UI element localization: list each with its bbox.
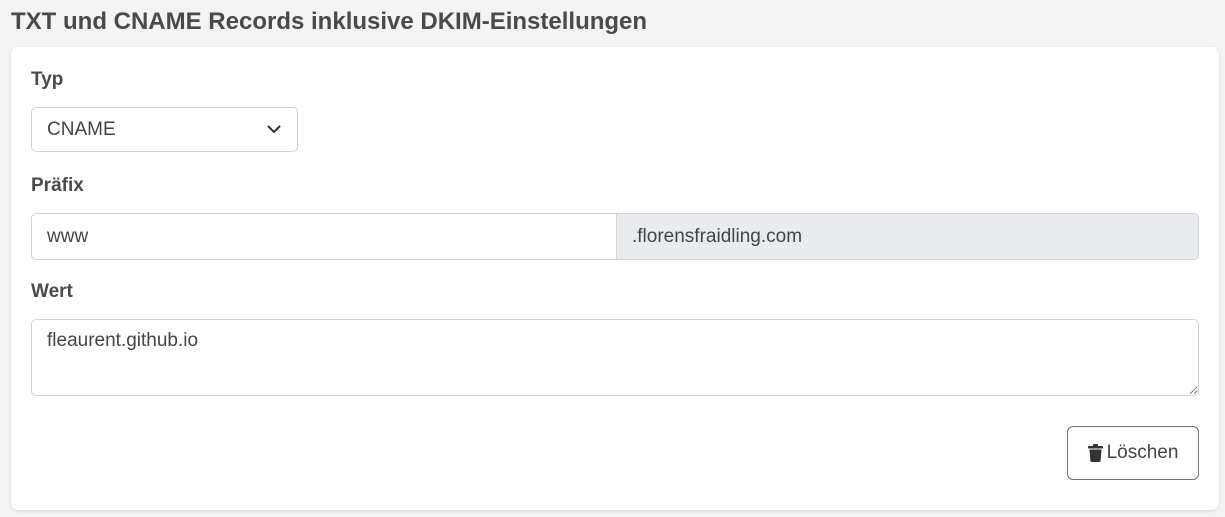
dns-record-card: Typ CNAME Präfix .florensfraidling.com W… [11,47,1219,510]
value-label: Wert [31,281,73,302]
prefix-input[interactable] [31,213,616,260]
chevron-down-icon [266,122,282,138]
value-textarea[interactable]: fleaurent.github.io [31,319,1199,396]
type-label: Typ [31,69,64,90]
page-title: TXT und CNAME Records inklusive DKIM-Ein… [11,8,648,35]
type-select[interactable]: CNAME [31,107,298,152]
trash-icon [1087,444,1103,462]
prefix-input-group: .florensfraidling.com [31,213,1199,260]
delete-button-label: Löschen [1106,442,1179,463]
delete-button[interactable]: Löschen [1067,426,1199,480]
prefix-label: Präfix [31,175,84,196]
type-select-value: CNAME [47,118,116,140]
domain-suffix: .florensfraidling.com [616,213,1199,260]
